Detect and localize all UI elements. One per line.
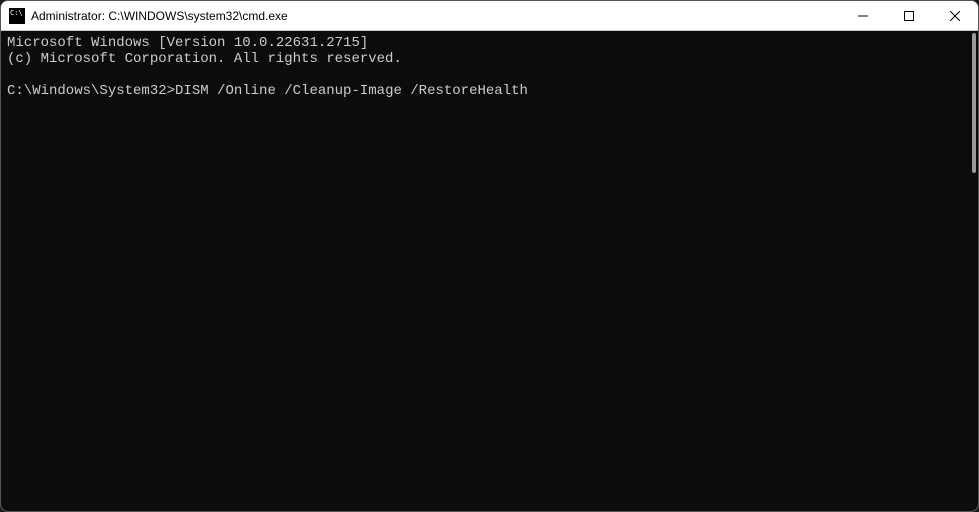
scrollbar-track[interactable]	[972, 33, 976, 509]
terminal-output: Microsoft Windows [Version 10.0.22631.27…	[7, 35, 972, 99]
version-line: Microsoft Windows [Version 10.0.22631.27…	[7, 35, 368, 51]
minimize-icon	[858, 11, 868, 21]
terminal[interactable]: Microsoft Windows [Version 10.0.22631.27…	[1, 31, 978, 511]
window-title: Administrator: C:\WINDOWS\system32\cmd.e…	[31, 9, 288, 23]
prompt: C:\Windows\System32>	[7, 83, 175, 99]
command-input[interactable]: DISM /Online /Cleanup-Image /RestoreHeal…	[175, 83, 528, 99]
minimize-button[interactable]	[840, 1, 886, 31]
close-button[interactable]	[932, 1, 978, 31]
cmd-icon	[9, 8, 25, 24]
titlebar[interactable]: Administrator: C:\WINDOWS\system32\cmd.e…	[1, 1, 978, 31]
maximize-button[interactable]	[886, 1, 932, 31]
copyright-line: (c) Microsoft Corporation. All rights re…	[7, 51, 402, 67]
cmd-window: Administrator: C:\WINDOWS\system32\cmd.e…	[0, 0, 979, 512]
maximize-icon	[904, 11, 914, 21]
titlebar-left: Administrator: C:\WINDOWS\system32\cmd.e…	[9, 8, 288, 24]
scrollbar-thumb[interactable]	[972, 33, 976, 173]
close-icon	[950, 11, 960, 21]
window-controls	[840, 1, 978, 30]
